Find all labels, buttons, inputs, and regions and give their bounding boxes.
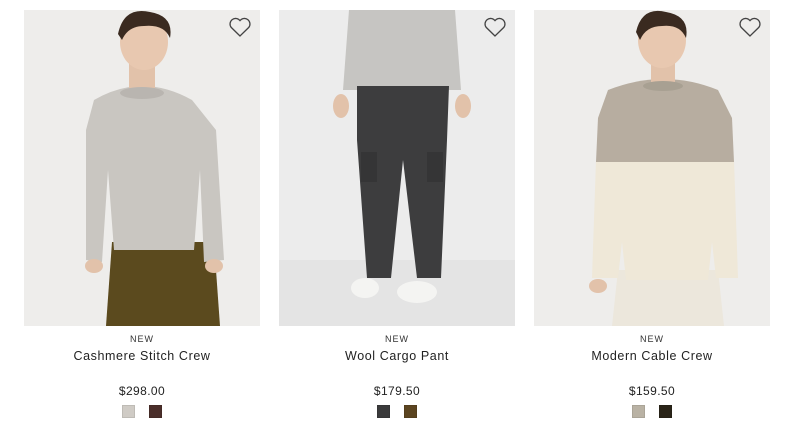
color-swatch[interactable] [632,405,645,418]
product-info: NEW Wool Cargo Pant $179.50 [279,333,515,419]
product-card[interactable]: NEW Wool Cargo Pant $179.50 [279,10,515,430]
product-card[interactable]: NEW Modern Cable Crew $159.50 [534,10,770,430]
color-swatches [534,405,770,419]
product-card[interactable]: NEW Cashmere Stitch Crew $298.00 [24,10,260,430]
color-swatch[interactable] [377,405,390,418]
product-name[interactable]: Cashmere Stitch Crew [24,348,260,364]
product-name[interactable]: Wool Cargo Pant [279,348,515,364]
color-swatch[interactable] [149,405,162,418]
product-price: $179.50 [373,384,421,398]
product-grid: NEW Cashmere Stitch Crew $298.00 NEW Woo… [0,0,800,448]
heart-outline-icon[interactable] [228,16,252,38]
color-swatch[interactable] [659,405,672,418]
product-info: NEW Cashmere Stitch Crew $298.00 [24,333,260,419]
heart-outline-icon[interactable] [483,16,507,38]
product-image[interactable] [279,10,515,326]
color-swatch[interactable] [122,405,135,418]
product-info: NEW Modern Cable Crew $159.50 [534,333,770,419]
heart-outline-icon[interactable] [738,16,762,38]
color-swatches [279,405,515,419]
product-image[interactable] [24,10,260,326]
new-badge: NEW [130,334,154,344]
product-name[interactable]: Modern Cable Crew [534,348,770,364]
color-swatch[interactable] [404,405,417,418]
new-badge: NEW [640,334,664,344]
new-badge: NEW [385,334,409,344]
product-price: $159.50 [628,384,676,398]
color-swatches [24,405,260,419]
product-image[interactable] [534,10,770,326]
product-price: $298.00 [118,384,166,398]
